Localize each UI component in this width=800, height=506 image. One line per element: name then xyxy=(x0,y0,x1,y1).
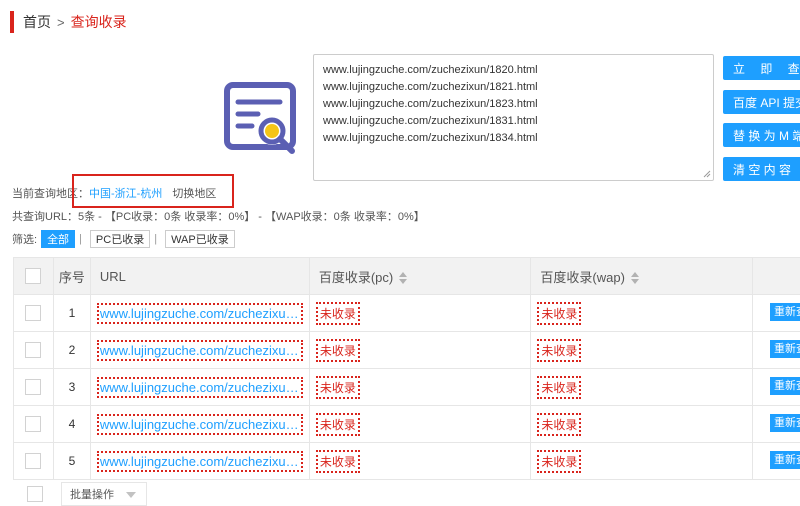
header-select-cell xyxy=(13,257,54,295)
header-pc-label: 百度收录(pc) xyxy=(318,269,394,285)
requery-button[interactable]: 重新查询 xyxy=(769,339,800,358)
pc-status-badge: 未收录 xyxy=(315,449,360,473)
wap-status-badge: 未收录 xyxy=(537,449,582,473)
breadcrumb-separator: > xyxy=(57,14,65,30)
wap-status-badge: 未收录 xyxy=(537,375,582,399)
row-number: 2 xyxy=(52,331,91,369)
pc-status-badge: 未收录 xyxy=(315,375,360,399)
table-row: 2 www.lujingzuche.com/zuchezixun/1821.ht… xyxy=(13,331,800,369)
pc-status-badge: 未收录 xyxy=(315,338,360,362)
row-checkbox[interactable] xyxy=(25,379,42,395)
table-header-row: 序号 URL 百度收录(pc) 百度收录(wap) xyxy=(13,257,800,295)
url-line: www.lujingzuche.com/zuchezixun/1821.html xyxy=(323,81,538,93)
requery-button[interactable]: 重新查询 xyxy=(769,376,800,395)
replace-mobile-button[interactable]: 替 换 为 M 端 xyxy=(723,123,800,147)
baidu-api-submit-button[interactable]: 百度 API 提交 xyxy=(723,90,800,114)
header-no: 序号 xyxy=(52,257,91,295)
select-all-checkbox[interactable] xyxy=(25,268,42,285)
wap-status-badge: 未收录 xyxy=(537,301,582,325)
wap-status-badge: 未收录 xyxy=(537,412,582,436)
wap-status-badge: 未收录 xyxy=(537,338,582,362)
pc-status-badge: 未收录 xyxy=(315,301,360,325)
requery-button[interactable]: 重新查询 xyxy=(769,302,800,321)
requery-button[interactable]: 重新查询 xyxy=(769,413,800,432)
sort-icon[interactable] xyxy=(399,272,408,285)
row-number: 1 xyxy=(52,294,91,332)
filter-wap-button[interactable]: WAP已收录 xyxy=(165,230,235,248)
header-pc[interactable]: 百度收录(pc) xyxy=(308,257,532,295)
filter-bar: 筛选: 全部 | PC已收录 | WAP已收录 xyxy=(12,230,235,248)
row-checkbox[interactable] xyxy=(25,342,42,358)
resize-handle-icon[interactable] xyxy=(703,170,711,178)
row-url-link[interactable]: www.lujingzuche.com/zuchezixun/1823.html xyxy=(96,376,303,398)
url-line: www.lujingzuche.com/zuchezixun/1834.html xyxy=(323,132,538,144)
region-highlight-box xyxy=(72,174,234,208)
table-row: 3 www.lujingzuche.com/zuchezixun/1823.ht… xyxy=(13,368,800,406)
header-wap[interactable]: 百度收录(wap) xyxy=(530,257,753,295)
row-checkbox[interactable] xyxy=(25,453,42,469)
url-line: www.lujingzuche.com/zuchezixun/1820.html xyxy=(323,64,538,76)
filter-label: 筛选: xyxy=(12,234,38,246)
batch-action-label: 批量操作 xyxy=(70,488,114,501)
breadcrumb-accent-bar xyxy=(10,11,14,33)
row-url-link[interactable]: www.lujingzuche.com/zuchezixun/1831.html xyxy=(96,413,303,435)
filter-separator: | xyxy=(154,233,158,245)
pc-status-badge: 未收录 xyxy=(315,412,360,436)
row-url-link[interactable]: www.lujingzuche.com/zuchezixun/1834.html xyxy=(96,450,303,472)
results-table: 序号 URL 百度收录(pc) 百度收录(wap) 1 www.lujingzu… xyxy=(13,257,800,480)
batch-action-select[interactable]: 批量操作 xyxy=(61,481,147,506)
row-url-link[interactable]: www.lujingzuche.com/zuchezixun/1821.html xyxy=(96,339,303,361)
url-input-textarea[interactable]: www.lujingzuche.com/zuchezixun/1820.html… xyxy=(313,54,714,181)
clear-content-button[interactable]: 清 空 内 容 xyxy=(723,157,800,181)
breadcrumb-current: 查询收录 xyxy=(70,14,127,30)
filter-all-button[interactable]: 全部 xyxy=(41,230,76,248)
row-number: 4 xyxy=(52,405,91,443)
requery-button[interactable]: 重新查询 xyxy=(769,450,800,469)
row-number: 5 xyxy=(52,442,91,480)
footer-select-all-checkbox[interactable] xyxy=(27,485,43,502)
row-checkbox[interactable] xyxy=(25,416,42,432)
filter-separator: | xyxy=(79,233,82,245)
table-row: 4 www.lujingzuche.com/zuchezixun/1831.ht… xyxy=(13,405,800,443)
breadcrumb-home-link[interactable]: 首页 xyxy=(23,12,51,32)
search-document-icon xyxy=(224,82,296,154)
chevron-down-icon xyxy=(126,491,136,498)
row-checkbox[interactable] xyxy=(25,305,42,321)
filter-pc-button[interactable]: PC已收录 xyxy=(89,230,151,248)
batch-bar: 批量操作 xyxy=(13,481,800,506)
breadcrumb: 首页 > 查询收录 xyxy=(10,11,127,33)
header-wap-label: 百度收录(wap) xyxy=(540,269,625,285)
url-line: www.lujingzuche.com/zuchezixun/1831.html xyxy=(323,115,538,127)
header-url: URL xyxy=(89,257,310,295)
header-action xyxy=(751,257,800,295)
row-url-link[interactable]: www.lujingzuche.com/zuchezixun/1820.html xyxy=(96,302,303,324)
row-number: 3 xyxy=(52,368,91,406)
sort-icon[interactable] xyxy=(630,272,639,285)
query-now-button[interactable]: 立 即 查 询 xyxy=(723,56,800,80)
table-row: 5 www.lujingzuche.com/zuchezixun/1834.ht… xyxy=(13,442,800,480)
query-summary: 共查询URL：5条 - 【PC收录：0条 收录率：0%】 - 【WAP收录：0条… xyxy=(12,211,425,223)
url-line: www.lujingzuche.com/zuchezixun/1823.html xyxy=(323,98,538,110)
table-row: 1 www.lujingzuche.com/zuchezixun/1820.ht… xyxy=(13,294,800,332)
